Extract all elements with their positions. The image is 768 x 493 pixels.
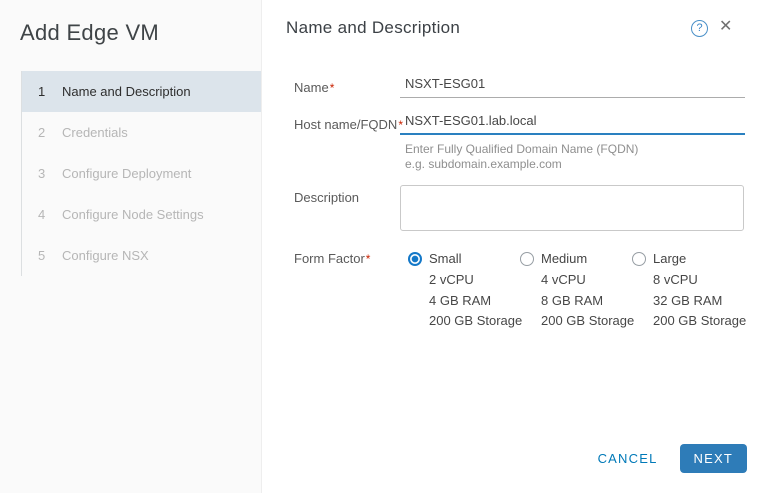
next-button[interactable]: NEXT — [679, 444, 747, 473]
dialog-title: Add Edge VM — [20, 20, 160, 45]
form-factor-field-label: Form Factor* — [294, 251, 371, 266]
wizard-sidebar: Add Edge VM 1 Name and Description 2 Cre… — [0, 0, 262, 493]
step-label: Configure Node Settings — [62, 207, 204, 222]
wizard-step-configure-deployment[interactable]: 3 Configure Deployment — [22, 153, 261, 194]
form-factor-radio-small[interactable]: Small — [408, 251, 522, 266]
form-factor-option-small: Small 2 vCPU 4 GB RAM 200 GB Storage — [408, 251, 522, 332]
help-icon[interactable]: ? — [691, 20, 708, 37]
description-textarea[interactable] — [400, 185, 744, 231]
spec-cpu: 8 vCPU — [653, 272, 698, 287]
radio-selected-icon[interactable] — [408, 251, 422, 266]
step-number: 2 — [38, 125, 46, 140]
radio-unselected-icon[interactable] — [520, 251, 534, 266]
step-label: Configure Deployment — [62, 166, 192, 181]
step-number: 5 — [38, 248, 46, 263]
step-label: Credentials — [62, 125, 128, 140]
hostname-helper-line1: Enter Fully Qualified Domain Name (FQDN) — [405, 142, 639, 156]
form-factor-radio-medium[interactable]: Medium — [520, 251, 634, 266]
option-specs: 2 vCPU 4 GB RAM 200 GB Storage — [429, 270, 522, 332]
spec-storage: 200 GB Storage — [429, 313, 523, 328]
name-field-label: Name* — [294, 80, 335, 95]
form-factor-radio-large[interactable]: Large — [632, 251, 746, 266]
step-label: Configure NSX — [62, 248, 149, 263]
step-label: Name and Description — [62, 84, 191, 99]
option-specs: 8 vCPU 32 GB RAM 200 GB Storage — [653, 270, 746, 332]
form-factor-option-large: Large 8 vCPU 32 GB RAM 200 GB Storage — [632, 251, 746, 332]
radio-label: Small — [429, 251, 462, 266]
step-number: 3 — [38, 166, 46, 181]
radio-label: Medium — [541, 251, 588, 266]
step-title: Name and Description — [286, 18, 461, 37]
form-factor-option-medium: Medium 4 vCPU 8 GB RAM 200 GB Storage — [520, 251, 634, 332]
step-content-panel: Name and Description ? ✕ Name* Host name… — [262, 0, 768, 493]
close-icon[interactable]: ✕ — [719, 17, 732, 37]
required-asterisk: * — [329, 81, 335, 95]
step-number: 4 — [38, 207, 46, 222]
required-asterisk: * — [365, 252, 371, 266]
spec-ram: 32 GB RAM — [653, 292, 723, 308]
description-field-label: Description — [294, 190, 360, 205]
wizard-step-credentials[interactable]: 2 Credentials — [22, 112, 261, 153]
step-number: 1 — [38, 84, 46, 99]
spec-ram: 4 GB RAM — [429, 292, 492, 308]
spec-storage: 200 GB Storage — [541, 313, 635, 328]
wizard-step-configure-node-settings[interactable]: 4 Configure Node Settings — [22, 194, 261, 235]
wizard-footer: CANCEL NEXT — [598, 444, 747, 473]
wizard-step-name-and-description[interactable]: 1 Name and Description — [22, 71, 261, 112]
option-specs: 4 vCPU 8 GB RAM 200 GB Storage — [541, 270, 634, 332]
spec-storage: 200 GB Storage — [653, 313, 747, 328]
wizard-step-configure-nsx[interactable]: 5 Configure NSX — [22, 235, 261, 276]
radio-label: Large — [653, 251, 687, 266]
spec-ram: 8 GB RAM — [541, 292, 604, 308]
cancel-button[interactable]: CANCEL — [598, 451, 658, 466]
hostname-field-label: Host name/FQDN* — [294, 117, 403, 132]
name-input[interactable] — [400, 74, 745, 98]
spec-cpu: 4 vCPU — [541, 272, 586, 287]
wizard-step-list: 1 Name and Description 2 Credentials 3 C… — [21, 71, 261, 276]
radio-unselected-icon[interactable] — [632, 251, 646, 266]
spec-cpu: 2 vCPU — [429, 272, 474, 287]
hostname-helper-line2: e.g. subdomain.example.com — [405, 157, 562, 171]
hostname-input[interactable] — [400, 111, 745, 135]
add-edge-vm-dialog: Add Edge VM 1 Name and Description 2 Cre… — [0, 0, 768, 493]
